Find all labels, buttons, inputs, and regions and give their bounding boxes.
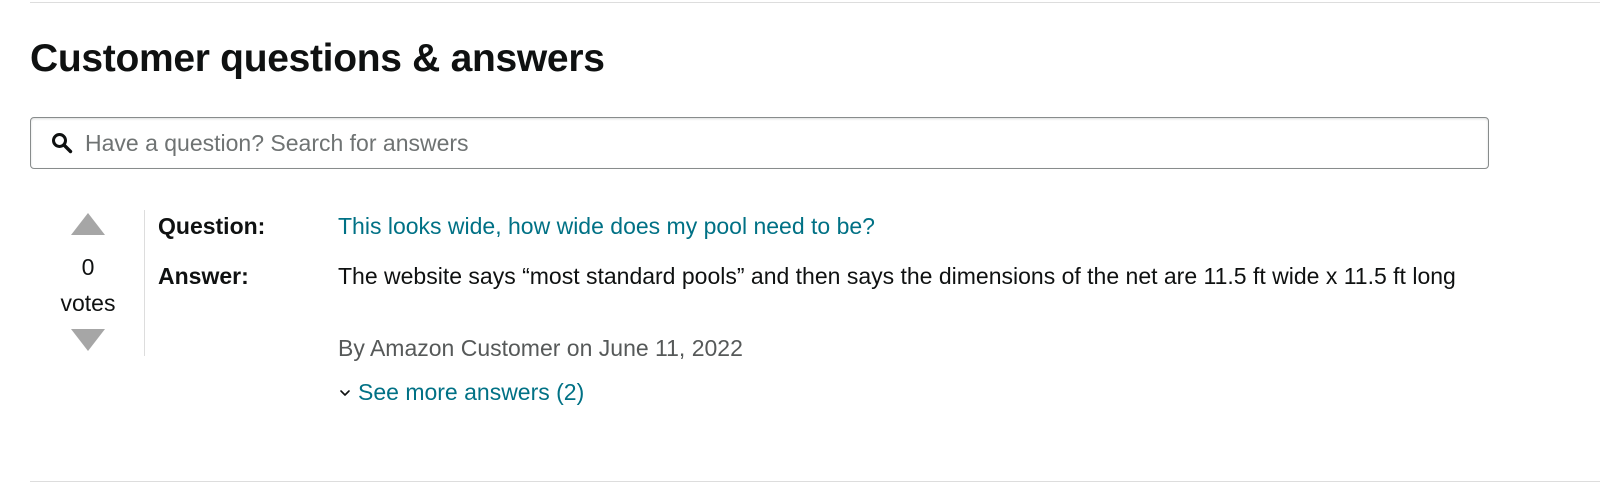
question-link[interactable]: This looks wide, how wide does my pool n… — [338, 213, 875, 239]
see-more-answers-link[interactable]: See more answers (2) — [338, 374, 584, 410]
chevron-down-icon — [340, 390, 350, 396]
bottom-divider — [30, 481, 1600, 482]
triangle-up-icon[interactable] — [70, 212, 106, 236]
search-box[interactable] — [30, 117, 1489, 169]
answer-text: The website says “most standard pools” a… — [338, 263, 1456, 289]
vote-divider — [144, 210, 145, 356]
question-text-container: This looks wide, how wide does my pool n… — [338, 208, 1468, 244]
answer-meta: By Amazon Customer on June 11, 2022 — [338, 335, 743, 361]
section-title: Customer questions & answers — [30, 37, 605, 80]
search-icon — [51, 132, 73, 154]
answer-label: Answer: — [158, 263, 249, 289]
search-input[interactable] — [85, 123, 1488, 163]
question-label: Question: — [158, 213, 266, 239]
vote-label: votes — [60, 290, 116, 316]
vote-count: 0 — [81, 254, 95, 280]
see-more-answers-label[interactable]: See more answers (2) — [358, 374, 584, 410]
triangle-down-icon[interactable] — [70, 328, 106, 352]
qa-section: Customer questions & answers 0 votes Que… — [0, 0, 1600, 485]
top-divider — [30, 2, 1600, 3]
vote-widget: 0 votes — [52, 212, 124, 352]
